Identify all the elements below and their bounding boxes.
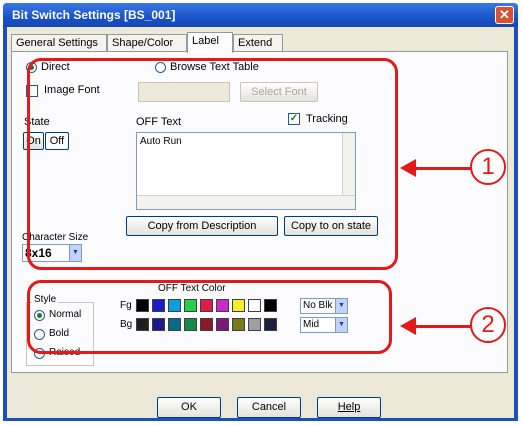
help-button[interactable]: Help	[317, 397, 381, 418]
callout-box-1	[27, 58, 398, 270]
close-icon[interactable]: ✕	[495, 6, 514, 24]
arrow-left-icon	[400, 317, 416, 335]
cancel-button[interactable]: Cancel	[237, 397, 301, 418]
window-title: Bit Switch Settings [BS_001]	[12, 8, 176, 22]
tab-extend[interactable]: Extend	[233, 34, 283, 52]
ok-button[interactable]: OK	[157, 397, 221, 418]
callout-arrow-1	[415, 167, 473, 170]
tab-shape-color[interactable]: Shape/Color	[107, 34, 187, 52]
tab-label[interactable]: Label	[187, 32, 233, 53]
arrow-left-icon	[400, 159, 416, 177]
callout-arrow-2	[415, 325, 473, 328]
tab-general-settings[interactable]: General Settings	[11, 34, 107, 52]
callout-number-2: 2	[470, 307, 506, 343]
callout-box-2	[27, 280, 392, 354]
callout-number-1: 1	[470, 149, 506, 185]
title-bar[interactable]: Bit Switch Settings [BS_001] ✕	[3, 3, 518, 27]
